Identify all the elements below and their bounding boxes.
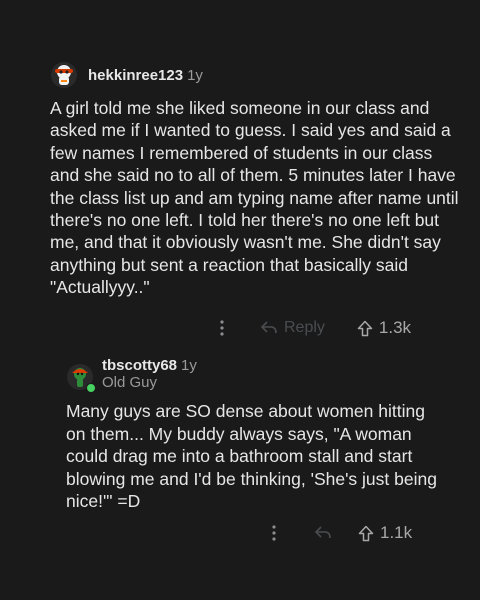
reply-button[interactable]: Reply xyxy=(260,319,325,337)
reply-comment: tbscotty68 1y Old Guy Many guys are SO d… xyxy=(66,357,446,513)
reply-button[interactable] xyxy=(314,525,332,541)
reply-arrow-icon xyxy=(314,526,331,539)
username[interactable]: tbscotty68 xyxy=(102,357,177,374)
more-vertical-icon xyxy=(220,320,224,336)
comment-actions: Reply 1.3k xyxy=(218,318,411,338)
avatar[interactable] xyxy=(50,61,78,89)
upvote-arrow-icon xyxy=(358,525,374,541)
comment-header: tbscotty68 1y Old Guy xyxy=(66,357,446,393)
username[interactable]: hekkinree123 xyxy=(88,67,183,84)
score: 1.1k xyxy=(380,523,413,542)
user-flair: Old Guy xyxy=(102,374,158,391)
online-indicator xyxy=(86,383,96,393)
more-options-button[interactable] xyxy=(218,319,226,337)
more-options-button[interactable] xyxy=(270,524,278,542)
comment: hekkinree123 1y A girl told me she liked… xyxy=(50,60,460,299)
comment-body: Many guys are SO dense about women hitti… xyxy=(66,401,437,511)
upvote-arrow-icon xyxy=(357,320,373,336)
reply-arrow-icon xyxy=(260,321,277,334)
upvote-button[interactable]: 1.1k xyxy=(358,523,412,543)
comment-age: 1y xyxy=(187,66,203,84)
score: 1.3k xyxy=(378,318,412,337)
comment-header: hekkinree123 1y xyxy=(50,60,460,90)
avatar[interactable] xyxy=(66,363,96,393)
reply-label: Reply xyxy=(284,319,325,336)
upvote-button[interactable]: 1.3k xyxy=(357,318,411,338)
comment-body: A girl told me she liked someone in our … xyxy=(50,98,459,298)
more-vertical-icon xyxy=(272,525,276,541)
comment-actions: 1.1k xyxy=(270,523,412,543)
comment-age: 1y xyxy=(181,357,197,374)
